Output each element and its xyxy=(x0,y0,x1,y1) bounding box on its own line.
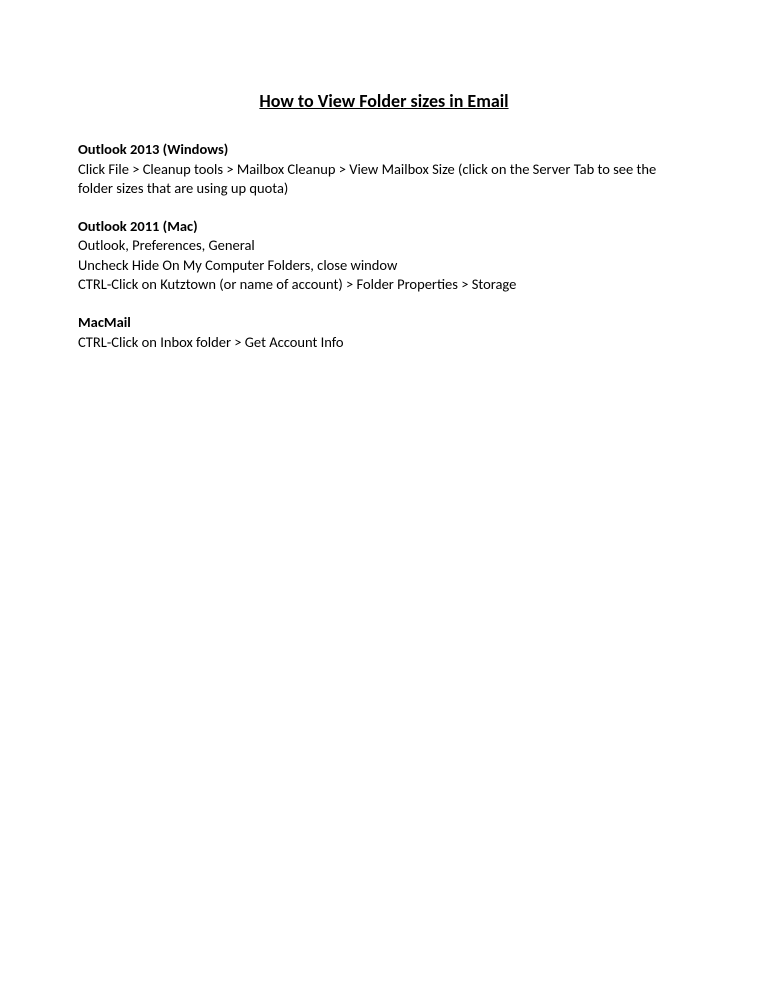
section-heading: Outlook 2011 (Mac) xyxy=(78,217,690,237)
section-body: CTRL-Click on Inbox folder > Get Account… xyxy=(78,333,690,353)
section-outlook-2011: Outlook 2011 (Mac) Outlook, Preferences,… xyxy=(78,217,690,295)
page-title: How to View Folder sizes in Email xyxy=(78,90,690,112)
section-outlook-2013: Outlook 2013 (Windows) Click File > Clea… xyxy=(78,140,690,199)
section-body: Outlook, Preferences, GeneralUncheck Hid… xyxy=(78,236,690,295)
section-heading: Outlook 2013 (Windows) xyxy=(78,140,690,160)
section-body: Click File > Cleanup tools > Mailbox Cle… xyxy=(78,160,690,199)
section-heading: MacMail xyxy=(78,313,690,333)
section-macmail: MacMail CTRL-Click on Inbox folder > Get… xyxy=(78,313,690,352)
